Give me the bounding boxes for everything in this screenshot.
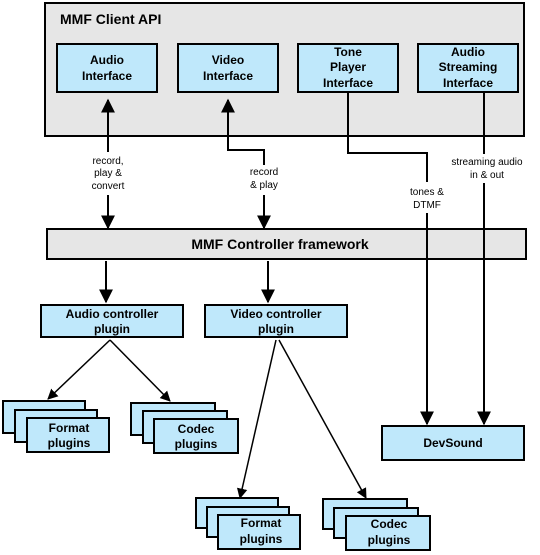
svg-text:MMF Controller framework: MMF Controller framework: [191, 236, 369, 252]
svg-text:plugin: plugin: [258, 322, 294, 336]
svg-text:plugins: plugins: [175, 437, 218, 451]
svg-text:Format: Format: [241, 516, 282, 530]
svg-text:Tone: Tone: [334, 45, 362, 59]
audio-interface-box: Audio Interface: [56, 43, 158, 93]
video-format-plugins-stack: Format plugins: [195, 497, 301, 550]
svg-text:in & out: in & out: [470, 170, 504, 181]
audio-controller-to-format-arrow: [47, 339, 111, 400]
devsound-box: DevSound: [381, 425, 525, 461]
svg-text:Codec: Codec: [178, 422, 215, 436]
svg-text:plugins: plugins: [368, 533, 411, 547]
controller-framework-bar: MMF Controller framework: [46, 228, 527, 260]
svg-text:DevSound: DevSound: [423, 436, 482, 450]
svg-text:play &: play &: [94, 168, 122, 179]
svg-text:Interface: Interface: [203, 69, 253, 83]
svg-text:Audio: Audio: [90, 53, 124, 67]
audio-codec-plugins-stack: Codec plugins: [130, 402, 239, 454]
svg-text:Audio controller: Audio controller: [66, 307, 159, 321]
audio-controller-plugin-box: Audio controller plugin: [40, 304, 184, 338]
audio-controller-to-codec-arrow: [109, 339, 171, 402]
audio-format-plugins-stack: Format plugins: [2, 400, 110, 453]
svg-text:Interface: Interface: [82, 69, 132, 83]
video-controller-to-codec-arrow: [278, 339, 367, 499]
svg-text:Format: Format: [49, 421, 90, 435]
svg-text:convert: convert: [92, 181, 125, 192]
svg-text:plugins: plugins: [48, 436, 91, 450]
video-interface-box: Video Interface: [177, 43, 279, 93]
edge-label-video: record: [250, 167, 278, 178]
svg-text:DTMF: DTMF: [413, 200, 441, 211]
audio-streaming-interface-box: Audio Streaming Interface: [417, 43, 519, 93]
svg-text:Audio: Audio: [451, 45, 485, 59]
edge-label-streaming: streaming audio: [451, 157, 523, 168]
svg-text:Video: Video: [212, 53, 244, 67]
svg-text:Streaming: Streaming: [439, 60, 498, 74]
client-api-title: MMF Client API: [60, 11, 161, 27]
video-codec-plugins-stack: Codec plugins: [322, 498, 431, 551]
svg-text:Codec: Codec: [371, 517, 408, 531]
svg-text:Player: Player: [330, 60, 366, 74]
svg-text:Interface: Interface: [323, 76, 373, 90]
mmf-architecture-diagram: MMF Client API Audio Interface Video Int…: [2, 2, 527, 551]
svg-text:Video controller: Video controller: [230, 307, 321, 321]
video-controller-plugin-box: Video controller plugin: [204, 304, 348, 338]
svg-text:plugin: plugin: [94, 322, 130, 336]
svg-text:Interface: Interface: [443, 76, 493, 90]
video-controller-to-format-arrow: [236, 339, 277, 500]
tone-player-interface-box: Tone Player Interface: [297, 43, 399, 93]
edge-label-audio: record,: [92, 156, 123, 167]
edge-label-tone: tones &: [410, 187, 444, 198]
svg-text:& play: & play: [250, 180, 278, 191]
svg-text:plugins: plugins: [240, 532, 283, 546]
